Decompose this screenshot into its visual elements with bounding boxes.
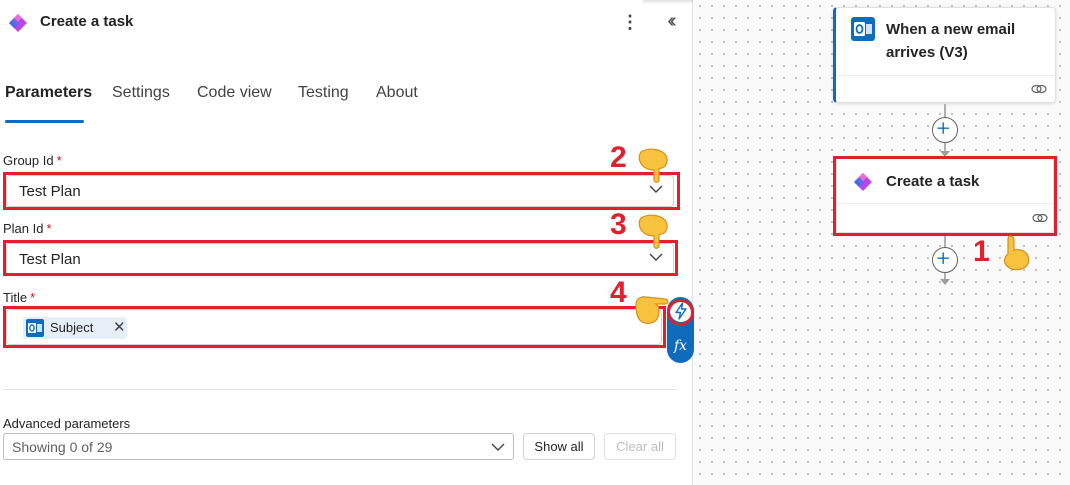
chevron-down-icon	[491, 443, 505, 451]
advanced-parameters-label: Advanced parameters	[3, 416, 131, 431]
card-divider	[836, 75, 1055, 76]
panel-header: Create a task ⋮ ‹‹	[0, 0, 693, 44]
title-label: Title *	[3, 290, 35, 305]
step-1-number: 1	[973, 235, 990, 268]
collapse-panel-button[interactable]: ‹‹	[660, 10, 680, 34]
group-id-label: Group Id *	[3, 153, 62, 168]
step-4-number: 4	[610, 276, 627, 309]
active-tab-indicator	[5, 120, 84, 123]
connector-line	[944, 104, 946, 118]
step-2-number: 2	[610, 141, 627, 174]
pointing-hand-icon	[1003, 235, 1030, 271]
expression-button[interactable]: fx	[669, 335, 692, 357]
required-mark: *	[56, 153, 62, 168]
required-mark: *	[46, 221, 52, 236]
group-id-label-text: Group Id	[3, 153, 54, 168]
panel-title: Create a task	[40, 13, 134, 30]
highlight-plan-id	[3, 240, 678, 276]
trigger-card[interactable]: When a new email arrives (V3)	[833, 7, 1056, 103]
required-mark: *	[30, 290, 36, 305]
clear-all-button: Clear all	[604, 433, 676, 460]
tab-settings[interactable]: Settings	[112, 84, 170, 102]
plan-id-label: Plan Id *	[3, 221, 52, 236]
tab-parameters[interactable]: Parameters	[5, 84, 92, 102]
trigger-title-line1: When a new email	[886, 21, 1016, 38]
plus-circle-icon	[937, 122, 949, 134]
step-3-number: 3	[610, 208, 627, 241]
action-details-panel: Create a task ⋮ ‹‹ Parameters Settings C…	[0, 0, 694, 485]
header-shadow	[643, 0, 693, 4]
pointing-hand-icon	[638, 148, 668, 183]
show-all-button[interactable]: Show all	[523, 433, 595, 460]
double-chevron-left-icon: ‹‹	[667, 10, 677, 32]
connector-line	[944, 234, 946, 248]
tab-testing[interactable]: Testing	[298, 84, 349, 102]
more-options-button[interactable]: ⋮	[620, 10, 640, 34]
pointing-hand-icon	[635, 296, 669, 324]
arrow-down-icon	[940, 279, 950, 285]
add-step-button[interactable]	[932, 247, 958, 273]
flow-canvas[interactable]: When a new email arrives (V3) Create a t…	[694, 0, 1070, 485]
trigger-title: When a new email arrives (V3)	[886, 18, 1015, 64]
highlight-group-id	[3, 172, 680, 210]
link-icon	[1031, 84, 1047, 94]
highlight-create-task-card	[833, 156, 1057, 236]
planner-logo-icon	[9, 14, 27, 32]
plus-circle-icon	[937, 252, 949, 264]
trigger-title-line2: arrives (V3)	[886, 44, 968, 61]
plan-id-label-text: Plan Id	[3, 221, 44, 236]
advanced-parameters-select[interactable]: Showing 0 of 29	[3, 433, 514, 460]
title-label-text: Title	[3, 290, 28, 305]
add-step-button[interactable]	[932, 117, 958, 143]
section-divider	[3, 389, 677, 390]
advanced-select-value: Showing 0 of 29	[12, 439, 113, 455]
pointing-hand-icon	[638, 214, 668, 249]
tab-code-view[interactable]: Code view	[197, 84, 272, 102]
more-vertical-icon: ⋮	[621, 12, 639, 32]
tab-about[interactable]: About	[376, 84, 418, 102]
highlight-title	[3, 306, 666, 348]
outlook-icon	[851, 17, 875, 41]
